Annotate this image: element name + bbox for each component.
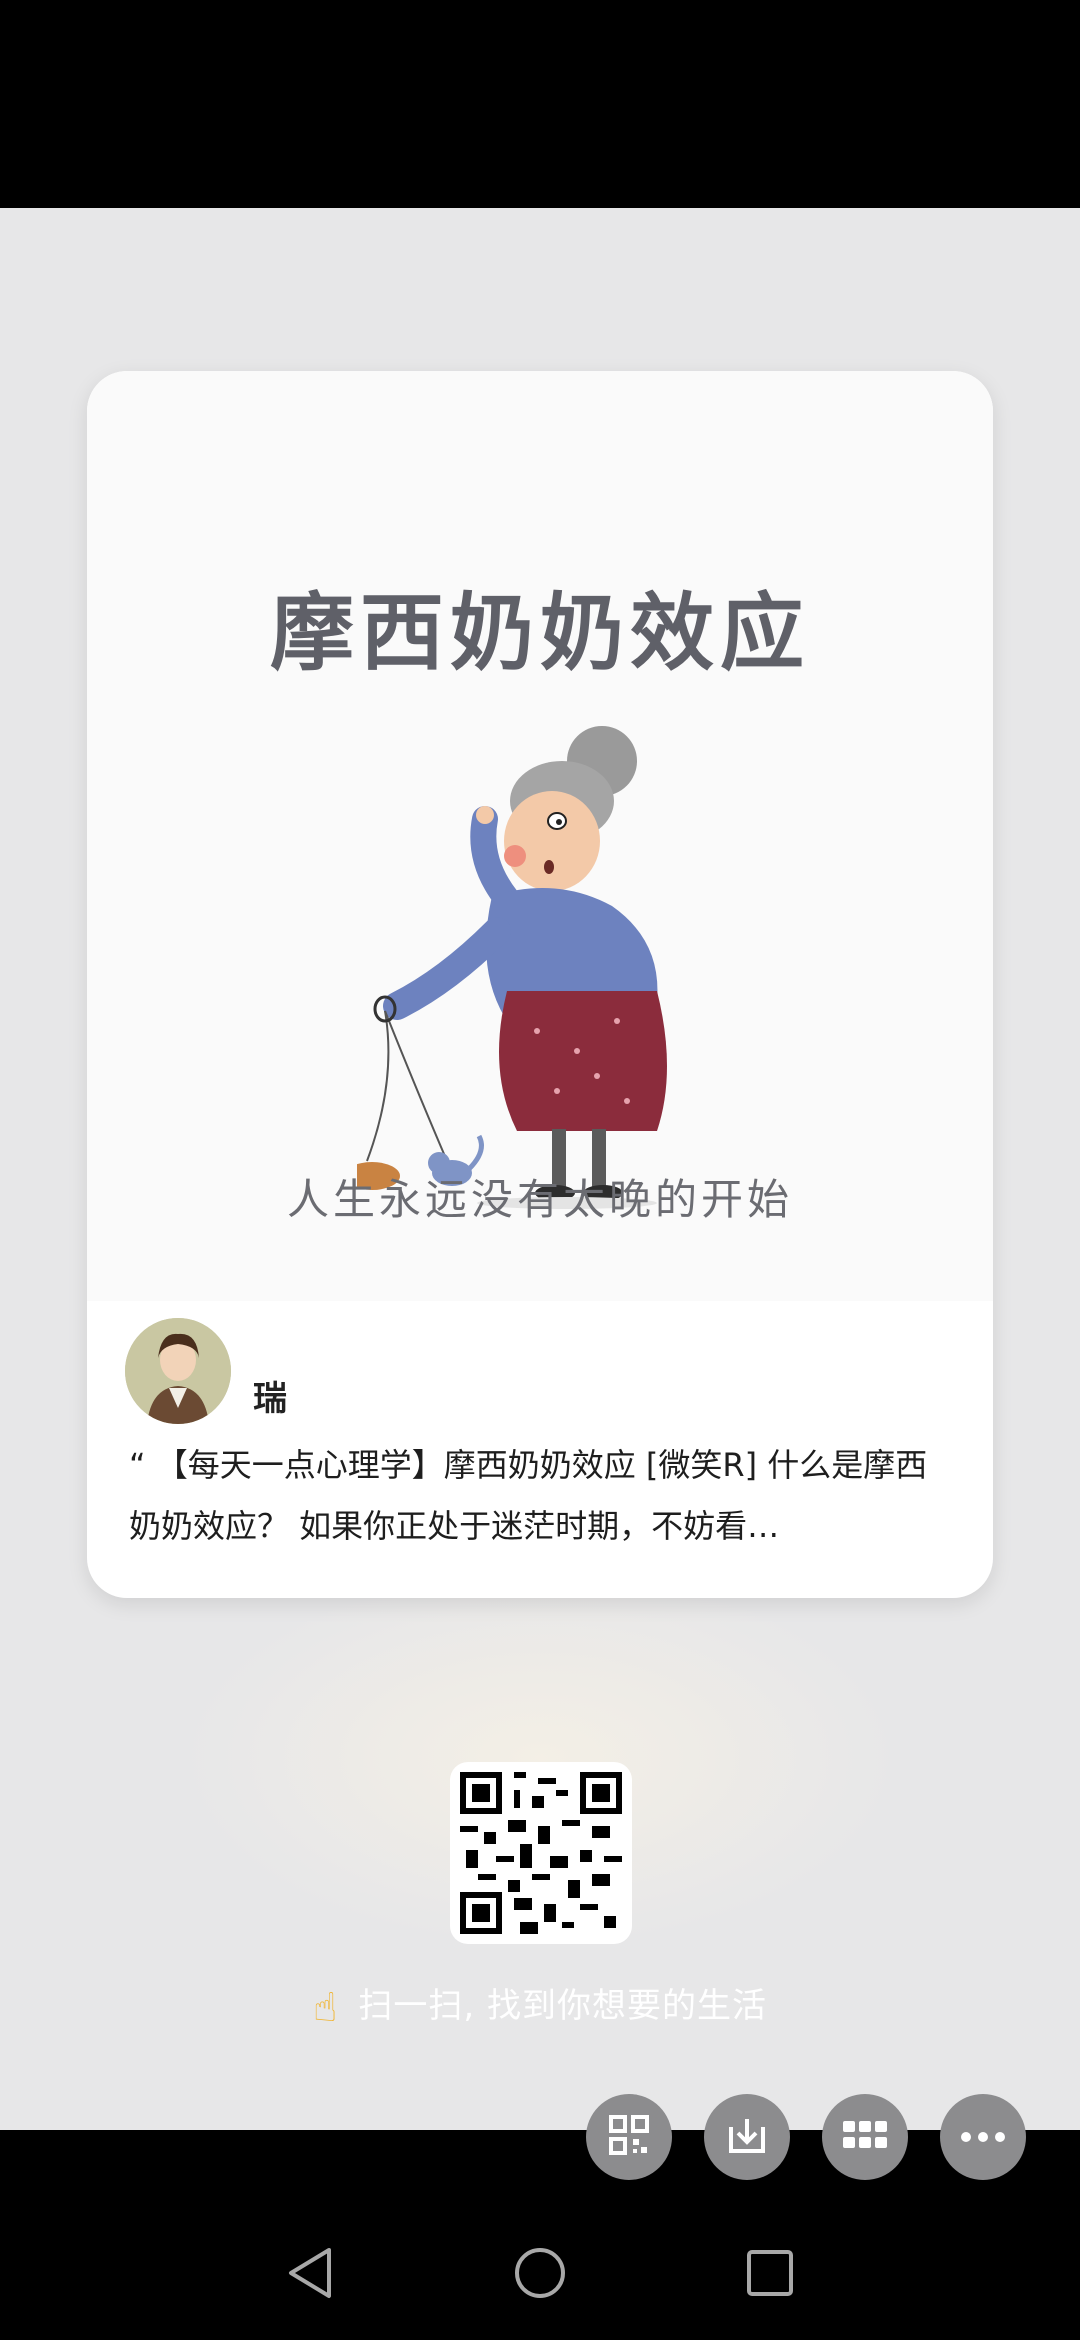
share-card[interactable]: 摩西奶奶效应 人生永远没有太晚的开始 瑞 “ 【每天一点心理学】摩西奶奶效应 [… (87, 371, 993, 1598)
more-options-button[interactable] (940, 2094, 1026, 2180)
more-apps-button[interactable] (822, 2094, 908, 2180)
save-image-button[interactable] (704, 2094, 790, 2180)
qr-code-icon (607, 2113, 651, 2161)
scan-caption-row: ☝ 扫一扫, 找到你想要的生活 (0, 1978, 1080, 2031)
home-button[interactable] (505, 2240, 575, 2310)
grid-icon (841, 2117, 889, 2157)
qr-code (450, 1762, 632, 1944)
avatar (125, 1318, 231, 1424)
top-status-bar (0, 0, 1080, 208)
scan-caption: 扫一扫, 找到你想要的生活 (358, 1986, 767, 2026)
pointing-hand-icon: ☝ (313, 1985, 339, 2031)
cover-subtitle: 人生永远没有太晚的开始 (286, 1175, 793, 1224)
recents-button[interactable] (735, 2240, 805, 2310)
recents-square-icon (745, 2248, 795, 2302)
post-excerpt: “ 【每天一点心理学】摩西奶奶效应 [微笑R] 什么是摩西奶奶效应？ 如果你正处… (129, 1446, 928, 1545)
qr-code-button[interactable] (586, 2094, 672, 2180)
back-button[interactable] (275, 2240, 345, 2310)
download-icon (725, 2113, 769, 2161)
home-circle-icon (513, 2246, 567, 2304)
cover-image: 摩西奶奶效应 人生永远没有太晚的开始 (87, 371, 993, 1301)
screen: 摩西奶奶效应 人生永远没有太晚的开始 瑞 “ 【每天一点心理学】摩西奶奶效应 [… (0, 0, 1080, 2340)
back-triangle-icon (285, 2246, 335, 2304)
more-icon (960, 2128, 1006, 2147)
author-row: 瑞 (125, 1314, 287, 1424)
cover-title: 摩西奶奶效应 (269, 584, 810, 682)
author-name: 瑞 (253, 1379, 287, 1419)
